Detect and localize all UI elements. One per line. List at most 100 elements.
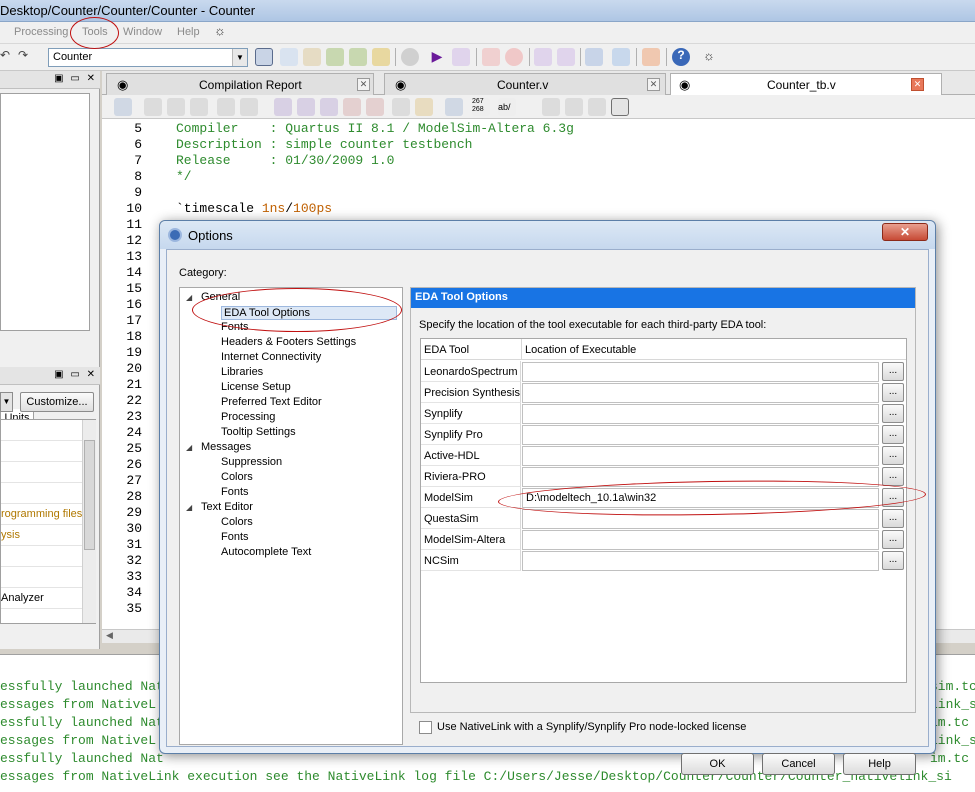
executable-path-field[interactable]: [522, 425, 879, 445]
close-icon[interactable]: ✕: [911, 78, 924, 91]
find-icon[interactable]: [144, 98, 162, 116]
tasks-list[interactable]: rogramming files ysis Analyzer: [0, 419, 96, 624]
tab-counter-tb-v[interactable]: ◉ Counter_tb.v ✕: [670, 73, 942, 95]
task-row[interactable]: [1, 567, 83, 588]
next-bookmark-icon[interactable]: [297, 98, 315, 116]
task-row[interactable]: Analyzer: [1, 588, 83, 609]
task-row[interactable]: [1, 546, 83, 567]
hierarchy-view[interactable]: [0, 93, 90, 331]
prev-bookmark-icon[interactable]: [320, 98, 338, 116]
executable-path-field[interactable]: [522, 404, 879, 424]
unindent-icon[interactable]: [240, 98, 258, 116]
browse-button[interactable]: ...: [882, 362, 904, 381]
executable-path-field[interactable]: [522, 530, 879, 550]
tree-category[interactable]: Messages: [201, 441, 251, 453]
task-row[interactable]: [1, 420, 83, 441]
task-row[interactable]: [1, 441, 83, 462]
dropdown-arrow-icon[interactable]: ▼: [0, 392, 13, 412]
tree-category[interactable]: Text Editor: [201, 501, 253, 513]
menu-processing[interactable]: Processing: [14, 26, 68, 38]
programmer-icon[interactable]: [612, 48, 630, 66]
pin-planner-icon[interactable]: [280, 48, 298, 66]
wrap-icon[interactable]: [588, 98, 606, 116]
attach-icon[interactable]: [392, 98, 410, 116]
help-button[interactable]: Help: [843, 753, 916, 775]
find-replace-icon[interactable]: [167, 98, 185, 116]
expand-triangle-icon[interactable]: ◢: [186, 293, 192, 302]
tree-item[interactable]: Fonts: [221, 486, 249, 498]
close-icon[interactable]: ✕: [647, 78, 660, 91]
tree-item[interactable]: Internet Connectivity: [221, 351, 321, 363]
expand-triangle-icon[interactable]: ◢: [186, 503, 192, 512]
tree-item[interactable]: Processing: [221, 411, 275, 423]
spelling-icon[interactable]: ab/: [498, 98, 516, 116]
indent-icon[interactable]: [217, 98, 235, 116]
category-tree[interactable]: ◢ General EDA Tool Options Fonts Headers & F…: [179, 287, 403, 745]
arrow-right-icon[interactable]: [542, 98, 560, 116]
tree-item[interactable]: License Setup: [221, 381, 291, 393]
tree-item[interactable]: Fonts: [221, 531, 249, 543]
pencil-icon[interactable]: [303, 48, 321, 66]
task-row[interactable]: [1, 483, 83, 504]
simulation-icon[interactable]: [534, 48, 552, 66]
tree-item[interactable]: Colors: [221, 471, 253, 483]
cancel-button[interactable]: Cancel: [762, 753, 835, 775]
browse-button[interactable]: ...: [882, 551, 904, 570]
full-screen-icon[interactable]: [611, 98, 629, 116]
help-icon[interactable]: ?: [672, 48, 690, 66]
close-icon[interactable]: ✕: [882, 223, 928, 241]
remove-bookmark-icon[interactable]: [343, 98, 361, 116]
task-row[interactable]: rogramming files: [1, 504, 83, 525]
start-compilation-icon[interactable]: ▶: [428, 48, 446, 66]
timing-analysis-icon[interactable]: [482, 48, 500, 66]
customize-button[interactable]: Customize...: [20, 392, 94, 412]
timer-icon[interactable]: [505, 48, 523, 66]
browse-button[interactable]: ...: [882, 425, 904, 444]
tree-item[interactable]: Tooltip Settings: [221, 426, 296, 438]
clear-bookmarks-icon[interactable]: [366, 98, 384, 116]
diamond-icon[interactable]: [372, 48, 390, 66]
tree-item[interactable]: Preferred Text Editor: [221, 396, 322, 408]
ok-button[interactable]: OK: [681, 753, 754, 775]
chip-planner-icon[interactable]: [585, 48, 603, 66]
scroll-left-icon[interactable]: ◀: [106, 630, 113, 641]
undo-icon[interactable]: ↶: [0, 48, 10, 62]
settings-alt-icon[interactable]: [349, 48, 367, 66]
line-numbers-icon[interactable]: 267 268: [472, 98, 490, 116]
tab-counter-v[interactable]: ◉ Counter.v ✕: [384, 73, 666, 95]
settings-icon[interactable]: [326, 48, 344, 66]
redo-icon[interactable]: ↷: [18, 48, 28, 62]
template-icon[interactable]: [415, 98, 433, 116]
feedback-icon[interactable]: ☼: [214, 23, 226, 38]
executable-path-field[interactable]: [522, 551, 879, 571]
editor-tool-icon[interactable]: [114, 98, 132, 116]
executable-path-field[interactable]: [522, 362, 879, 382]
task-row[interactable]: [1, 462, 83, 483]
assignment-editor-icon[interactable]: [255, 48, 273, 66]
browse-button[interactable]: ...: [882, 383, 904, 402]
browse-button[interactable]: ...: [882, 467, 904, 486]
panel-controls-icon[interactable]: ▣ ▭ ✕: [54, 369, 97, 380]
browse-button[interactable]: ...: [882, 446, 904, 465]
tasks-scrollbar[interactable]: [82, 420, 96, 623]
browse-button[interactable]: ...: [882, 509, 904, 528]
feedback-icon[interactable]: ☼: [700, 48, 718, 66]
menu-help[interactable]: Help: [177, 26, 200, 38]
user-icon[interactable]: [642, 48, 660, 66]
browse-button[interactable]: ...: [882, 404, 904, 423]
project-selector[interactable]: Counter ▼: [48, 48, 248, 67]
browse-button[interactable]: ...: [882, 530, 904, 549]
tree-item[interactable]: Autocomplete Text: [221, 546, 311, 558]
menu-window[interactable]: Window: [123, 26, 162, 38]
tree-item[interactable]: Suppression: [221, 456, 282, 468]
tree-item[interactable]: Headers & Footers Settings: [221, 336, 356, 348]
executable-path-field[interactable]: [522, 446, 879, 466]
close-icon[interactable]: ✕: [357, 78, 370, 91]
stop-icon[interactable]: [401, 48, 419, 66]
nativelink-checkbox[interactable]: [419, 721, 432, 734]
tab-compilation-report[interactable]: ◉ Compilation Report ✕: [106, 73, 374, 95]
analysis-icon[interactable]: [452, 48, 470, 66]
task-row[interactable]: ysis: [1, 525, 83, 546]
tree-item[interactable]: Colors: [221, 516, 253, 528]
bookmark-icon[interactable]: [274, 98, 292, 116]
